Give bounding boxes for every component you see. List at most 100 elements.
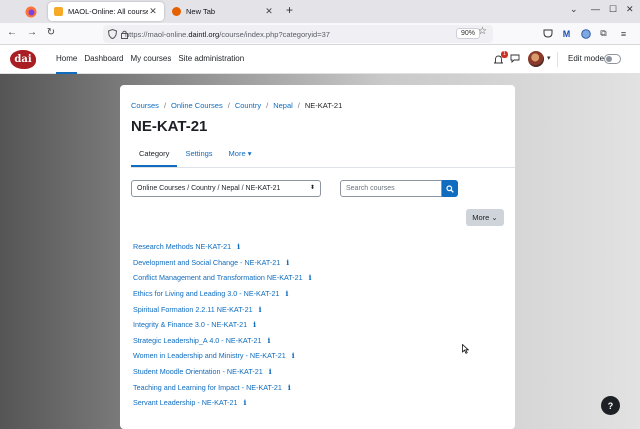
info-icon[interactable]: i [268,336,271,345]
tab-title: New Tab [186,7,216,16]
breadcrumb-country[interactable]: Country [235,101,261,110]
info-icon[interactable]: i [286,258,289,267]
maximize-window-icon[interactable]: ☐ [609,4,617,15]
extension-m-icon[interactable]: M [561,28,572,39]
primary-navigation: Home Dashboard My courses Site administr… [56,45,251,74]
list-item: Ethics for Living and Leading 3.0 - NE-K… [133,286,312,302]
new-tab-button[interactable]: + [286,3,293,17]
back-arrow-icon[interactable]: ← [6,27,18,38]
breadcrumb-online-courses[interactable]: Online Courses [171,101,223,110]
course-link[interactable]: Strategic Leadership_A 4.0 - NE-KAT-21 [133,336,262,345]
nav-home[interactable]: Home [56,45,78,74]
user-avatar[interactable] [528,51,544,67]
tab-list-chevron-icon[interactable]: ⌄ [570,4,578,15]
tab-divider [131,167,515,168]
browser-tabbar: MAOL-Online: All courses ✕ New Tab ✕ + ⌄… [0,0,640,23]
reload-icon[interactable]: ↻ [45,27,57,38]
select-arrows-icon: ⬍ [309,185,315,191]
user-menu-chevron-icon[interactable]: ▾ [547,54,551,62]
address-bar[interactable]: https://maol-online.daintl.org/course/in… [103,25,493,43]
category-select-value: Online Courses / Country / Nepal / NE-KA… [137,185,281,192]
info-icon[interactable]: i [269,367,272,376]
notification-count-badge: 1 [501,51,508,58]
breadcrumb-nepal[interactable]: Nepal [273,101,293,110]
breadcrumb-courses[interactable]: Courses [131,101,159,110]
tab-new-tab[interactable]: New Tab ✕ [166,2,280,21]
pocket-icon[interactable] [542,28,553,39]
info-icon[interactable]: i [253,320,256,329]
list-item: Spiritual Formation 2.2.11 NE-KAT-21 i [133,301,312,317]
list-item: Development and Social Change - NE-KAT-2… [133,255,312,271]
tab-maol-all-courses[interactable]: MAOL-Online: All courses ✕ [48,2,164,21]
close-tab-icon[interactable]: ✕ [264,6,274,17]
list-item: Servant Leadership - NE-KAT-21 i [133,395,312,411]
tab-settings[interactable]: Settings [177,143,220,167]
info-icon[interactable]: i [286,289,289,298]
course-link[interactable]: Ethics for Living and Leading 3.0 - NE-K… [133,289,280,298]
firefox-view-icon[interactable] [22,4,40,20]
list-item: Student Moodle Orientation - NE-KAT-21 i [133,364,312,380]
list-item: Strategic Leadership_A 4.0 - NE-KAT-21 i [133,333,312,349]
list-item: Research Methods NE-KAT-21 i [133,239,312,255]
course-link[interactable]: Integrity & Finance 3.0 - NE-KAT-21 [133,320,247,329]
site-logo[interactable]: dai [10,50,36,69]
breadcrumb: Courses / Online Courses / Country / Nep… [131,101,343,110]
firefox-favicon-icon [172,7,181,16]
zoom-indicator[interactable]: 90% [456,28,481,39]
nav-my-courses[interactable]: My courses [130,45,171,74]
course-link[interactable]: Research Methods NE-KAT-21 [133,242,231,251]
course-link[interactable]: Student Moodle Orientation - NE-KAT-21 [133,367,263,376]
info-icon[interactable]: i [292,351,295,360]
browser-navbar: ← → ↻ https://maol-online.daintl.org/cou… [0,23,640,45]
forward-arrow-icon[interactable]: → [26,27,38,38]
tab-more[interactable]: More ▾ [221,143,260,167]
extensions-puzzle-icon[interactable]: ⧉ [598,28,609,39]
tab-category[interactable]: Category [131,143,178,167]
minimize-window-icon[interactable]: — [591,4,600,14]
course-link[interactable]: Conflict Management and Transformation N… [133,273,303,282]
shield-icon[interactable] [108,29,117,39]
course-link[interactable]: Spiritual Formation 2.2.11 NE-KAT-21 [133,305,253,314]
header-divider [557,52,558,67]
search-icon [446,184,454,193]
list-item: Teaching and Learning for Impact - NE-KA… [133,379,312,395]
info-icon[interactable]: i [244,398,247,407]
info-icon[interactable]: i [237,242,240,251]
course-link[interactable]: Servant Leadership - NE-KAT-21 [133,398,238,407]
breadcrumb-current: NE-KAT-21 [304,101,343,110]
more-actions-button[interactable]: More ⌄ [466,209,504,226]
close-window-icon[interactable]: ✕ [626,4,634,15]
messages-chat-icon[interactable] [510,54,520,65]
info-icon[interactable]: i [309,273,312,282]
close-tab-icon[interactable]: ✕ [148,6,158,17]
tab-title: MAOL-Online: All courses [68,7,148,16]
site-header: dai Home Dashboard My courses Site admin… [0,45,640,74]
category-select[interactable]: Online Courses / Country / Nepal / NE-KA… [131,180,321,197]
lock-icon[interactable] [121,30,128,39]
list-item: Conflict Management and Transformation N… [133,270,312,286]
search-button[interactable] [442,180,458,197]
edit-mode-label: Edit mode [568,54,605,63]
search-courses-input[interactable]: Search courses [340,180,442,197]
moodle-favicon-icon [54,7,63,16]
nav-site-administration[interactable]: Site administration [178,45,244,74]
bookmark-star-icon[interactable]: ☆ [478,26,487,37]
list-item: Women in Leadership and Ministry - NE-KA… [133,348,312,364]
course-list: Research Methods NE-KAT-21 i Development … [133,239,312,411]
course-link[interactable]: Women in Leadership and Ministry - NE-KA… [133,351,286,360]
course-link[interactable]: Teaching and Learning for Impact - NE-KA… [133,383,282,392]
info-icon[interactable]: i [288,383,291,392]
nav-dashboard[interactable]: Dashboard [84,45,123,74]
extension-globe-icon[interactable] [580,28,591,39]
main-content-card: Courses / Online Courses / Country / Nep… [120,85,515,429]
course-link[interactable]: Development and Social Change - NE-KAT-2… [133,258,280,267]
secondary-navigation: Category Settings More ▾ [131,143,259,167]
help-button[interactable]: ? [601,396,620,415]
mouse-cursor-icon [462,343,470,356]
edit-mode-toggle[interactable] [604,54,621,64]
app-menu-icon[interactable]: ≡ [618,28,629,39]
page-title: NE-KAT-21 [131,118,208,135]
list-item: Integrity & Finance 3.0 - NE-KAT-21 i [133,317,312,333]
url-text: https://maol-online.daintl.org/course/in… [125,29,330,39]
info-icon[interactable]: i [259,305,262,314]
